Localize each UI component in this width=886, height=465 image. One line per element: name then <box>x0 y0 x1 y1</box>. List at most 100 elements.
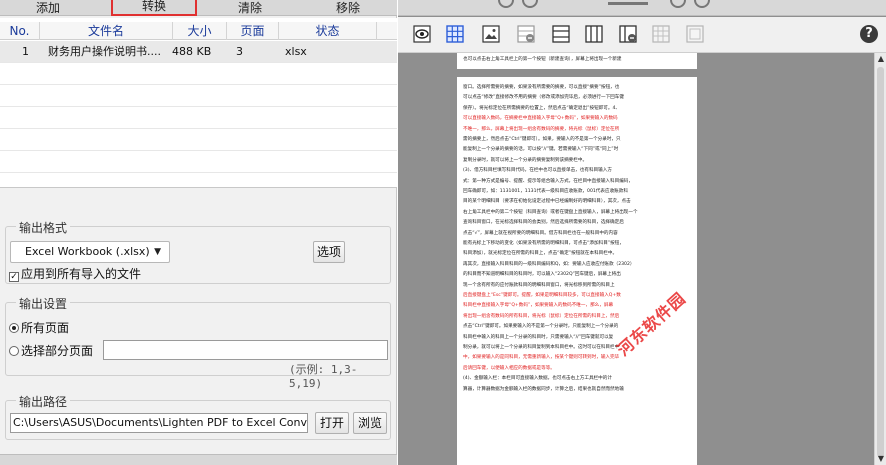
select-pages-radio[interactable]: 选择部分页面 <box>9 342 93 359</box>
page-text-line: 需的摘要上，然后点击“Ctrl”键即可）。如果，要输入的不是第一个分录时，只 <box>463 137 621 142</box>
table-minus-icon[interactable] <box>517 25 535 43</box>
page1-text: 也可以点击右上角工具栏上的第一个按钮（新建查询），屏幕上将出现一个新建 <box>463 57 622 62</box>
browse-button[interactable]: 浏览 <box>353 412 387 434</box>
table-row-empty <box>0 85 397 107</box>
page-text-line: 式：第一种方式是编号、提醒、提示等组合输入方式，在栏目中直接输入科目编码， <box>463 178 633 184</box>
page-text-line: (3)、借方科目栏填写科目代码，在栏中也可以直接单击，也有科目输入方 <box>463 168 612 174</box>
page-text-line: 能有光标上下移动的变化（如果没有所需的明细科目，可点击“添加科目”按钮， <box>463 241 624 246</box>
table-row[interactable]: 1 财务用户操作说明书.... 488 KB 3 xlsx <box>0 41 397 63</box>
output-format-group: 输出格式 Excel Workbook (.xlsx) ▼ 选项 ✓ 应用到所有导… <box>5 219 391 284</box>
table-clear-icon[interactable] <box>619 25 637 43</box>
output-format-title: 输出格式 <box>16 219 71 236</box>
circle-icon[interactable] <box>498 0 514 8</box>
page-text-line: 目的某个明细科目（要求在初始化设定过程中已经编制好的明细科目），其次，点击 <box>463 199 631 205</box>
circle-icon[interactable] <box>522 0 538 8</box>
merge-disabled-icon[interactable] <box>686 25 704 43</box>
page-text-line: 科目栏中输入的科目上一个分录的科目时，只需要输入“//”回车键就可以复 <box>463 334 614 340</box>
row-filename: 财务用户操作说明书.... <box>48 45 161 58</box>
page-text-line: 可以直接输入数码，在摘要栏中直接输入字母“Q+数码”，如果要输入的数码 <box>463 116 618 122</box>
col-size-header[interactable]: 大小 <box>173 22 227 40</box>
all-pages-label: 所有页面 <box>21 321 70 335</box>
pdf-preview[interactable]: 也可以点击右上角工具栏上的第一个按钮（新建查询），屏幕上将出现一个新建 窗口。选… <box>398 53 874 465</box>
page-text-line: 的科目而不知道明细科目的科目时，可以输入“2302Q”回车键后，屏幕上将出 <box>463 272 621 278</box>
apply-all-checkbox[interactable]: ✓ 应用到所有导入的文件 <box>9 265 141 282</box>
table-row-empty <box>0 63 397 85</box>
row-pages: 3 <box>236 45 243 58</box>
add-button[interactable]: 添加 <box>18 0 78 16</box>
page-text-line: 右上角工具栏中的第二个按钮（科目查询）或者在键盘上直接输入，屏幕上将出现一个 <box>463 209 638 215</box>
page-text-line: 窗口。选择所需要的摘要，如果没有所需要的摘要，可以直接“摘要”按钮，也 <box>463 85 620 90</box>
page-text-line: 科目栏中直接输入字母“Q+数码”，如果要输入的数码不唯一，那么，屏幕 <box>463 303 614 309</box>
table-disabled-icon[interactable] <box>652 25 670 43</box>
page-range-input[interactable] <box>103 340 388 360</box>
preview-top-strip <box>398 0 886 16</box>
col-filename-header[interactable]: 文件名 <box>40 22 173 40</box>
circle-icon[interactable] <box>694 0 710 8</box>
page-range-example: (示例: 1,3-5,19) <box>289 363 358 390</box>
convert-button[interactable]: 转换 <box>111 0 197 16</box>
preview-panel: ? 也可以点击右上角工具栏上的第一个按钮（新建查询），屏幕上将出现一个新建 窗口… <box>398 0 886 465</box>
output-settings-title: 输出设置 <box>16 295 71 312</box>
col-no-header[interactable]: No. <box>0 22 40 40</box>
preview-scrollbar[interactable]: ▲ ▼ <box>874 53 886 465</box>
open-button[interactable]: 打开 <box>315 412 349 434</box>
clear-button[interactable]: 清除 <box>220 0 280 16</box>
remove-button[interactable]: 移除 <box>318 0 378 16</box>
radio-unselected-icon <box>9 346 19 356</box>
table-row-empty <box>0 129 397 151</box>
scroll-down-icon[interactable]: ▼ <box>875 453 886 465</box>
format-select-value: Excel Workbook (.xlsx) <box>25 245 150 258</box>
page-text-line: 科目添加），就光标定位在所需的科目上，点击“确定”按钮就在本科目栏中。 <box>463 251 618 257</box>
grid-icon[interactable] <box>446 25 464 43</box>
output-path-input[interactable]: C:\Users\ASUS\Documents\Lighten PDF to E… <box>10 413 308 433</box>
output-path-group: 输出路径 C:\Users\ASUS\Documents\Lighten PDF… <box>5 393 391 440</box>
all-pages-radio[interactable]: 所有页面 <box>9 319 69 336</box>
scroll-up-icon[interactable]: ▲ <box>875 53 886 65</box>
columns-icon[interactable] <box>585 25 603 43</box>
left-panel: 添加 转换 清除 移除 No. 文件名 大小 页面 状态 1 财务用户操作说明书… <box>0 0 397 465</box>
row-status: xlsx <box>285 45 307 58</box>
page-text-line: 点击“Ctrl”键即可。如果要输入的不是第一个分录时，只能复制上一个分录的 <box>463 324 619 330</box>
page-text-line: 将出现一组含有数码的所有科目，将光标（鼠标）定位在所需的科目上，然后 <box>463 313 620 319</box>
output-path-title: 输出路径 <box>16 393 71 410</box>
file-table: No. 文件名 大小 页面 状态 1 财务用户操作说明书.... 488 KB … <box>0 18 397 188</box>
table-header: No. 文件名 大小 页面 状态 <box>0 22 397 40</box>
page-text-line: 保存）。将光标定位在所需摘要的位置上，然后点击“确定退出”按钮即可。4、 <box>463 105 620 111</box>
page-text-line: 后直接键盘上“Esc”键即可。提醒，如果是明细科目较多，可以直接输入Q+数 <box>463 293 621 298</box>
table-row-empty <box>0 107 397 129</box>
help-icon[interactable]: ? <box>860 25 878 43</box>
rows-icon[interactable] <box>552 25 570 43</box>
col-status-header[interactable]: 状态 <box>279 22 377 40</box>
checkbox-checked-icon: ✓ <box>9 272 19 282</box>
page-text-line: 可以点击“修改”直接修改不用的摘要（修改或添加完毕后，必须进行一下回车键 <box>463 95 624 101</box>
page-text-line: 制分录，就可以将上一个分录的科目复制到本科目栏中。这时可以在科目栏中 <box>463 345 620 350</box>
pdf-page-1: 也可以点击右上角工具栏上的第一个按钮（新建查询），屏幕上将出现一个新建 <box>457 53 697 69</box>
page-text-line: 不唯一，那么，屏幕上将出现一组含有数码的摘要，将光标（鼠标）定位在所 <box>463 126 620 132</box>
page-text-line: 点击“√”，屏幕上就在视所要的明细科目。借方科目栏也在一般科目中的内容 <box>463 230 618 236</box>
page-text-line: 查询科目窗口，在光标选择科目的会类别，然后选择所需要的科目，选择确定后 <box>463 220 624 226</box>
page-text-line: 现一个含有所有的应付账款科目的明细科目窗口，将光标移到所需的科目上 <box>463 282 615 288</box>
page-text-line: 再其次，直接输入科目科目的一级科目编码和Q，如：要输入应收应付账款（2302） <box>463 261 635 267</box>
circle-icon[interactable] <box>670 0 686 8</box>
table-row-empty <box>0 151 397 173</box>
status-bar <box>0 454 397 465</box>
preview-toolbar: ? <box>398 17 886 53</box>
page-text-line: 复制分录时，就可以将上一个分录的摘要复制到该摘要栏中。 <box>463 157 588 163</box>
page-text-line: 回车确即可，如：1131001，1131代表一级科目应收账款，001代表应收账款… <box>463 189 628 194</box>
col-pages-header[interactable]: 页面 <box>227 22 279 40</box>
image-icon[interactable] <box>482 25 500 43</box>
radio-selected-icon <box>9 323 19 333</box>
options-button[interactable]: 选项 <box>313 241 345 263</box>
chevron-down-icon: ▼ <box>154 247 161 257</box>
select-pages-label: 选择部分页面 <box>21 344 94 358</box>
output-settings-group: 输出设置 所有页面 选择部分页面 (示例: 1,3-5,19) <box>5 295 391 390</box>
page-text-line: 后请回车键，以便输入相应的数据或是等等。 <box>463 365 555 371</box>
page-text-line: 中，如果要输入的是同科目，无需重新输入，按某个键则可转到时，输入完毕 <box>463 355 620 361</box>
page-text-line: (4)、金额输入栏：本栏目可直接输入数据，也可点击右上方工具栏中的计 <box>463 376 612 382</box>
eye-icon[interactable] <box>413 25 431 43</box>
divider-icon <box>608 2 648 5</box>
page-text-line: 能复制上一个分录的摘要的话，可以按“//”键。若需要输入“下同”或“同上”时 <box>463 147 619 153</box>
format-select[interactable]: Excel Workbook (.xlsx) ▼ <box>10 241 170 263</box>
pdf-page-2: 窗口。选择所需要的摘要，如果没有所需要的摘要，可以直接“摘要”按钮，也 可以点击“… <box>457 77 697 465</box>
scroll-thumb[interactable] <box>877 67 884 457</box>
